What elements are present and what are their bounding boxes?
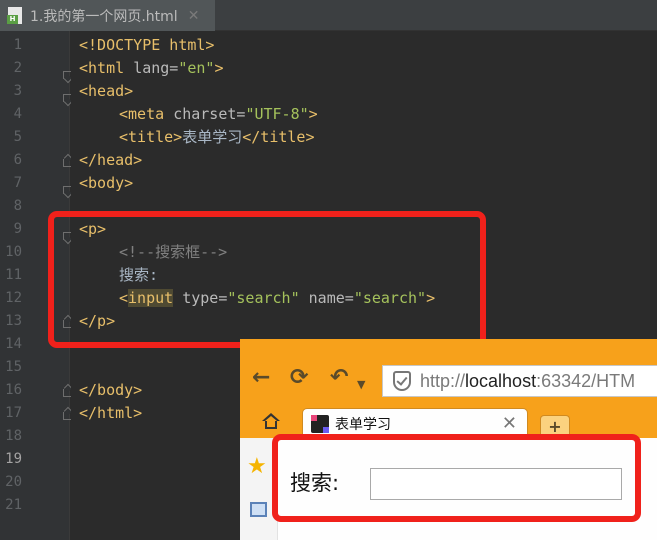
line-number: 18 xyxy=(5,428,22,444)
line-number: 3 xyxy=(13,83,22,99)
code-highlight-box xyxy=(48,211,486,348)
line-number: 1 xyxy=(13,37,22,53)
browser-tab-title: 表单学习 xyxy=(335,416,391,433)
code-line-3: <head> xyxy=(79,82,134,100)
line-number: 11 xyxy=(5,267,22,283)
undo-icon[interactable]: ↶ xyxy=(330,365,348,391)
monitor-icon[interactable] xyxy=(250,502,267,517)
line-number: 8 xyxy=(13,198,22,214)
line-number: 2 xyxy=(13,60,22,76)
url-path: :63342/HTM xyxy=(536,370,636,391)
line-number: 9 xyxy=(13,221,22,237)
back-arrow-icon[interactable]: ← xyxy=(252,365,270,391)
line-number: 14 xyxy=(5,336,22,352)
shield-icon xyxy=(393,371,411,391)
code-line-6: </head> xyxy=(79,151,143,169)
html-file-icon: H xyxy=(7,7,24,24)
line-number: 16 xyxy=(5,382,22,398)
code-line-16: </body> xyxy=(79,381,143,399)
code-line-5: <title>表单学习</title> xyxy=(119,128,315,146)
line-number: 12 xyxy=(5,290,22,306)
code-line-17: </html> xyxy=(79,404,143,422)
editor-tab-title: 1.我的第一个网页.html xyxy=(30,8,178,25)
browser-tab-strip: 表单学习 ✕ + xyxy=(240,403,657,438)
line-number: 13 xyxy=(5,313,22,329)
editor-tab-bar: H 1.我的第一个网页.html ✕ xyxy=(0,0,657,31)
close-icon[interactable]: ✕ xyxy=(188,8,200,24)
line-number: 5 xyxy=(13,129,22,145)
url-protocol: http:// xyxy=(420,370,466,391)
refresh-icon[interactable]: ⟳ xyxy=(290,365,308,391)
star-icon[interactable]: ★ xyxy=(247,456,267,478)
editor-tab[interactable]: H 1.我的第一个网页.html ✕ xyxy=(0,0,215,31)
browser-highlight-box xyxy=(272,434,641,522)
url-host: localhost xyxy=(465,370,537,391)
code-line-1: <!DOCTYPE html> xyxy=(79,36,215,54)
line-number-current: 19 xyxy=(5,451,22,467)
favicon-icon xyxy=(311,414,329,433)
code-line-2: <html lang="en"> xyxy=(79,59,224,77)
line-number: 6 xyxy=(13,152,22,168)
line-number: 21 xyxy=(5,497,22,513)
close-icon[interactable]: ✕ xyxy=(502,413,517,434)
line-number: 17 xyxy=(5,405,22,421)
line-number: 7 xyxy=(13,175,22,191)
file-type-badge: H xyxy=(7,15,18,24)
line-number: 15 xyxy=(5,359,22,375)
code-line-4: <meta charset="UTF-8"> xyxy=(119,105,318,123)
browser-toolbar: ← ⟳ ↶ ▼ http:// localhost :63342/HTM xyxy=(240,339,657,403)
line-number: 10 xyxy=(5,244,22,260)
line-number: 4 xyxy=(13,106,22,122)
code-line-7: <body> xyxy=(79,174,134,192)
home-icon[interactable] xyxy=(262,413,280,429)
line-number: 20 xyxy=(5,474,22,490)
chevron-down-icon[interactable]: ▼ xyxy=(357,372,365,398)
address-bar[interactable]: http:// localhost :63342/HTM xyxy=(382,365,657,397)
